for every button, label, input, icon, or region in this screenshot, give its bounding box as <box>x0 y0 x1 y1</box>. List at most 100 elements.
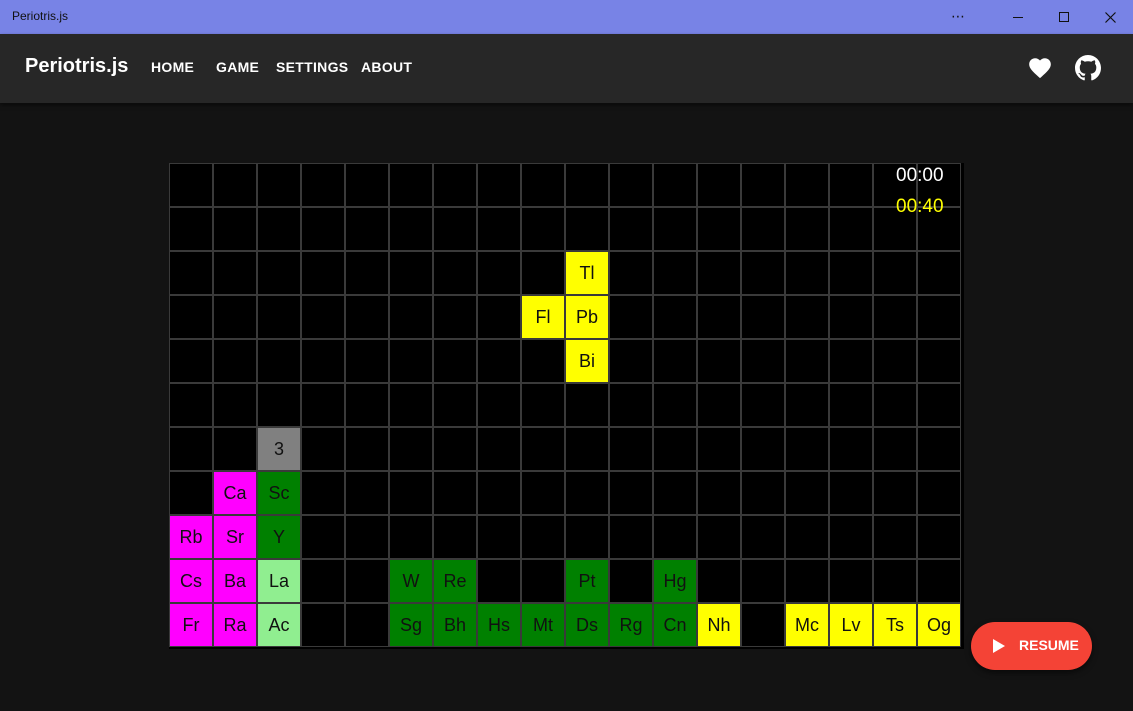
board-cell <box>917 515 961 559</box>
board-cell <box>873 295 917 339</box>
board-cell <box>433 163 477 207</box>
nav-home[interactable]: HOME <box>151 59 194 75</box>
window-titlebar: Periotris.js ⋯ <box>0 0 1133 34</box>
board-cell <box>873 339 917 383</box>
nav-settings[interactable]: SETTINGS <box>276 59 348 75</box>
board-cell <box>433 207 477 251</box>
board-cell <box>609 383 653 427</box>
board-cell <box>169 251 213 295</box>
board-cell <box>389 427 433 471</box>
github-icon[interactable] <box>1075 55 1101 81</box>
game-board[interactable]: Tl Fl Pb Bi 3 Ca Sc Rb Sr Y Cs Ba La W Re Pt Hg Fr Ra Ac Sg B… <box>169 163 964 649</box>
board-cell <box>697 471 741 515</box>
board-cell <box>829 339 873 383</box>
board-cell <box>169 471 213 515</box>
element-tile: 3 <box>257 427 301 471</box>
board-cell <box>873 515 917 559</box>
board-cell <box>785 163 829 207</box>
board-cell <box>785 295 829 339</box>
element-tile: Pb <box>565 295 609 339</box>
board-cell <box>829 383 873 427</box>
heart-icon[interactable] <box>1027 55 1053 81</box>
board-cell <box>653 295 697 339</box>
board-cell <box>389 339 433 383</box>
board-cell <box>213 427 257 471</box>
minimize-button[interactable] <box>995 0 1041 34</box>
board-cell <box>301 471 345 515</box>
board-cell <box>565 207 609 251</box>
element-tile: Y <box>257 515 301 559</box>
board-cell <box>169 207 213 251</box>
board-cell <box>917 383 961 427</box>
board-cell <box>653 163 697 207</box>
board-cell <box>697 207 741 251</box>
board-cell <box>389 295 433 339</box>
maximize-button[interactable] <box>1041 0 1087 34</box>
board-cell <box>433 427 477 471</box>
time-limit: 00:40 <box>896 196 944 217</box>
board-cell <box>829 163 873 207</box>
board-cell <box>873 383 917 427</box>
board-cell <box>609 251 653 295</box>
board-cell <box>301 427 345 471</box>
element-tile: Ts <box>873 603 917 647</box>
board-cell <box>477 559 521 603</box>
board-cell <box>345 207 389 251</box>
board-cell <box>829 295 873 339</box>
board-cell <box>609 163 653 207</box>
board-cell <box>301 559 345 603</box>
brand-title[interactable]: Periotris.js <box>25 55 128 78</box>
board-cell <box>741 251 785 295</box>
element-tile: Cs <box>169 559 213 603</box>
board-cell <box>433 295 477 339</box>
board-cell <box>741 339 785 383</box>
nav-about[interactable]: ABOUT <box>361 59 412 75</box>
element-tile: Fr <box>169 603 213 647</box>
board-cell <box>609 515 653 559</box>
element-tile: Ba <box>213 559 257 603</box>
element-tile: Bi <box>565 339 609 383</box>
board-cell <box>477 427 521 471</box>
board-cell <box>609 295 653 339</box>
board-cell <box>785 251 829 295</box>
board-cell <box>345 603 389 647</box>
element-tile: Bh <box>433 603 477 647</box>
board-cell <box>829 207 873 251</box>
board-cell <box>741 559 785 603</box>
board-cell <box>521 207 565 251</box>
board-cell <box>477 251 521 295</box>
more-options-icon[interactable]: ⋯ <box>935 0 981 34</box>
board-cell <box>389 207 433 251</box>
close-icon <box>1104 11 1116 23</box>
board-cell <box>477 471 521 515</box>
board-cell <box>785 383 829 427</box>
board-cell <box>873 251 917 295</box>
board-cell <box>213 251 257 295</box>
board-cell <box>741 427 785 471</box>
board-cell <box>433 339 477 383</box>
board-cell <box>213 383 257 427</box>
board-cell <box>829 251 873 295</box>
board-cell <box>565 471 609 515</box>
board-cell <box>345 383 389 427</box>
resume-button[interactable]: RESUME <box>971 622 1092 670</box>
play-icon <box>993 639 1005 653</box>
board-cell <box>257 163 301 207</box>
board-cell <box>169 427 213 471</box>
board-cell <box>521 251 565 295</box>
board-cell <box>389 251 433 295</box>
board-cell <box>785 427 829 471</box>
element-tile: Rb <box>169 515 213 559</box>
close-button[interactable] <box>1087 0 1133 34</box>
element-tile: Fl <box>521 295 565 339</box>
board-cell <box>697 295 741 339</box>
board-cell <box>477 515 521 559</box>
nav-game[interactable]: GAME <box>216 59 259 75</box>
maximize-icon <box>1059 12 1069 22</box>
board-cell <box>477 339 521 383</box>
board-cell <box>433 515 477 559</box>
board-cell <box>301 515 345 559</box>
board-cell <box>653 383 697 427</box>
board-cell <box>785 471 829 515</box>
board-cell <box>521 559 565 603</box>
